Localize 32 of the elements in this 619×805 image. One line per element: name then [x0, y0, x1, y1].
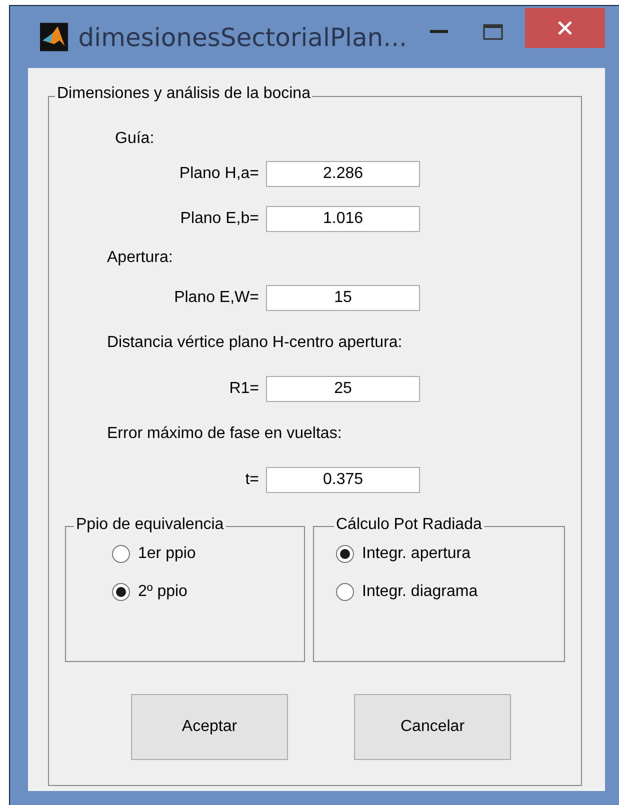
input-field[interactable]: 1.016 — [266, 206, 420, 232]
close-button[interactable] — [525, 8, 606, 48]
radio-button[interactable] — [336, 545, 354, 563]
app-logo-icon — [40, 21, 68, 53]
section-label: Apertura: — [107, 249, 173, 267]
radio-option[interactable]: 1er ppio — [112, 545, 304, 563]
caption-label: Distancia vértice plano H-centro apertura: — [107, 334, 402, 352]
radio-option[interactable]: Integr. apertura — [336, 545, 564, 563]
input-field[interactable]: 25 — [266, 376, 420, 402]
accept-button[interactable]: Aceptar — [131, 694, 288, 760]
field-label: R1= — [228, 380, 259, 398]
window-title: dimesionesSectorialPlan... — [78, 22, 407, 52]
maximize-icon — [483, 24, 504, 40]
radio-option[interactable]: 2º ppio — [112, 583, 304, 601]
field-label: Plano H,a= — [178, 164, 259, 182]
field-label: t= — [244, 470, 259, 488]
minimize-icon — [430, 30, 448, 34]
close-icon — [557, 20, 574, 36]
caption-label: Error máximo de fase en vueltas: — [107, 425, 342, 443]
radio-option[interactable]: Integr. diagrama — [336, 583, 564, 601]
panel-title: Dimensiones y análisis de la bocina — [55, 85, 312, 103]
radio-button[interactable] — [112, 583, 130, 601]
radio-button[interactable] — [336, 583, 354, 601]
radio-button[interactable] — [112, 545, 130, 563]
input-field[interactable]: 0.375 — [266, 466, 420, 492]
input-field[interactable]: 15 — [266, 284, 420, 310]
group-title: Ppio de equivalencia — [74, 516, 226, 534]
field-label: Plano E,W= — [173, 288, 259, 306]
input-field[interactable]: 2.286 — [266, 160, 420, 186]
section-label: Guía: — [115, 130, 154, 148]
cancel-button[interactable]: Cancelar — [354, 694, 511, 760]
field-label: Plano E,b= — [179, 210, 259, 228]
